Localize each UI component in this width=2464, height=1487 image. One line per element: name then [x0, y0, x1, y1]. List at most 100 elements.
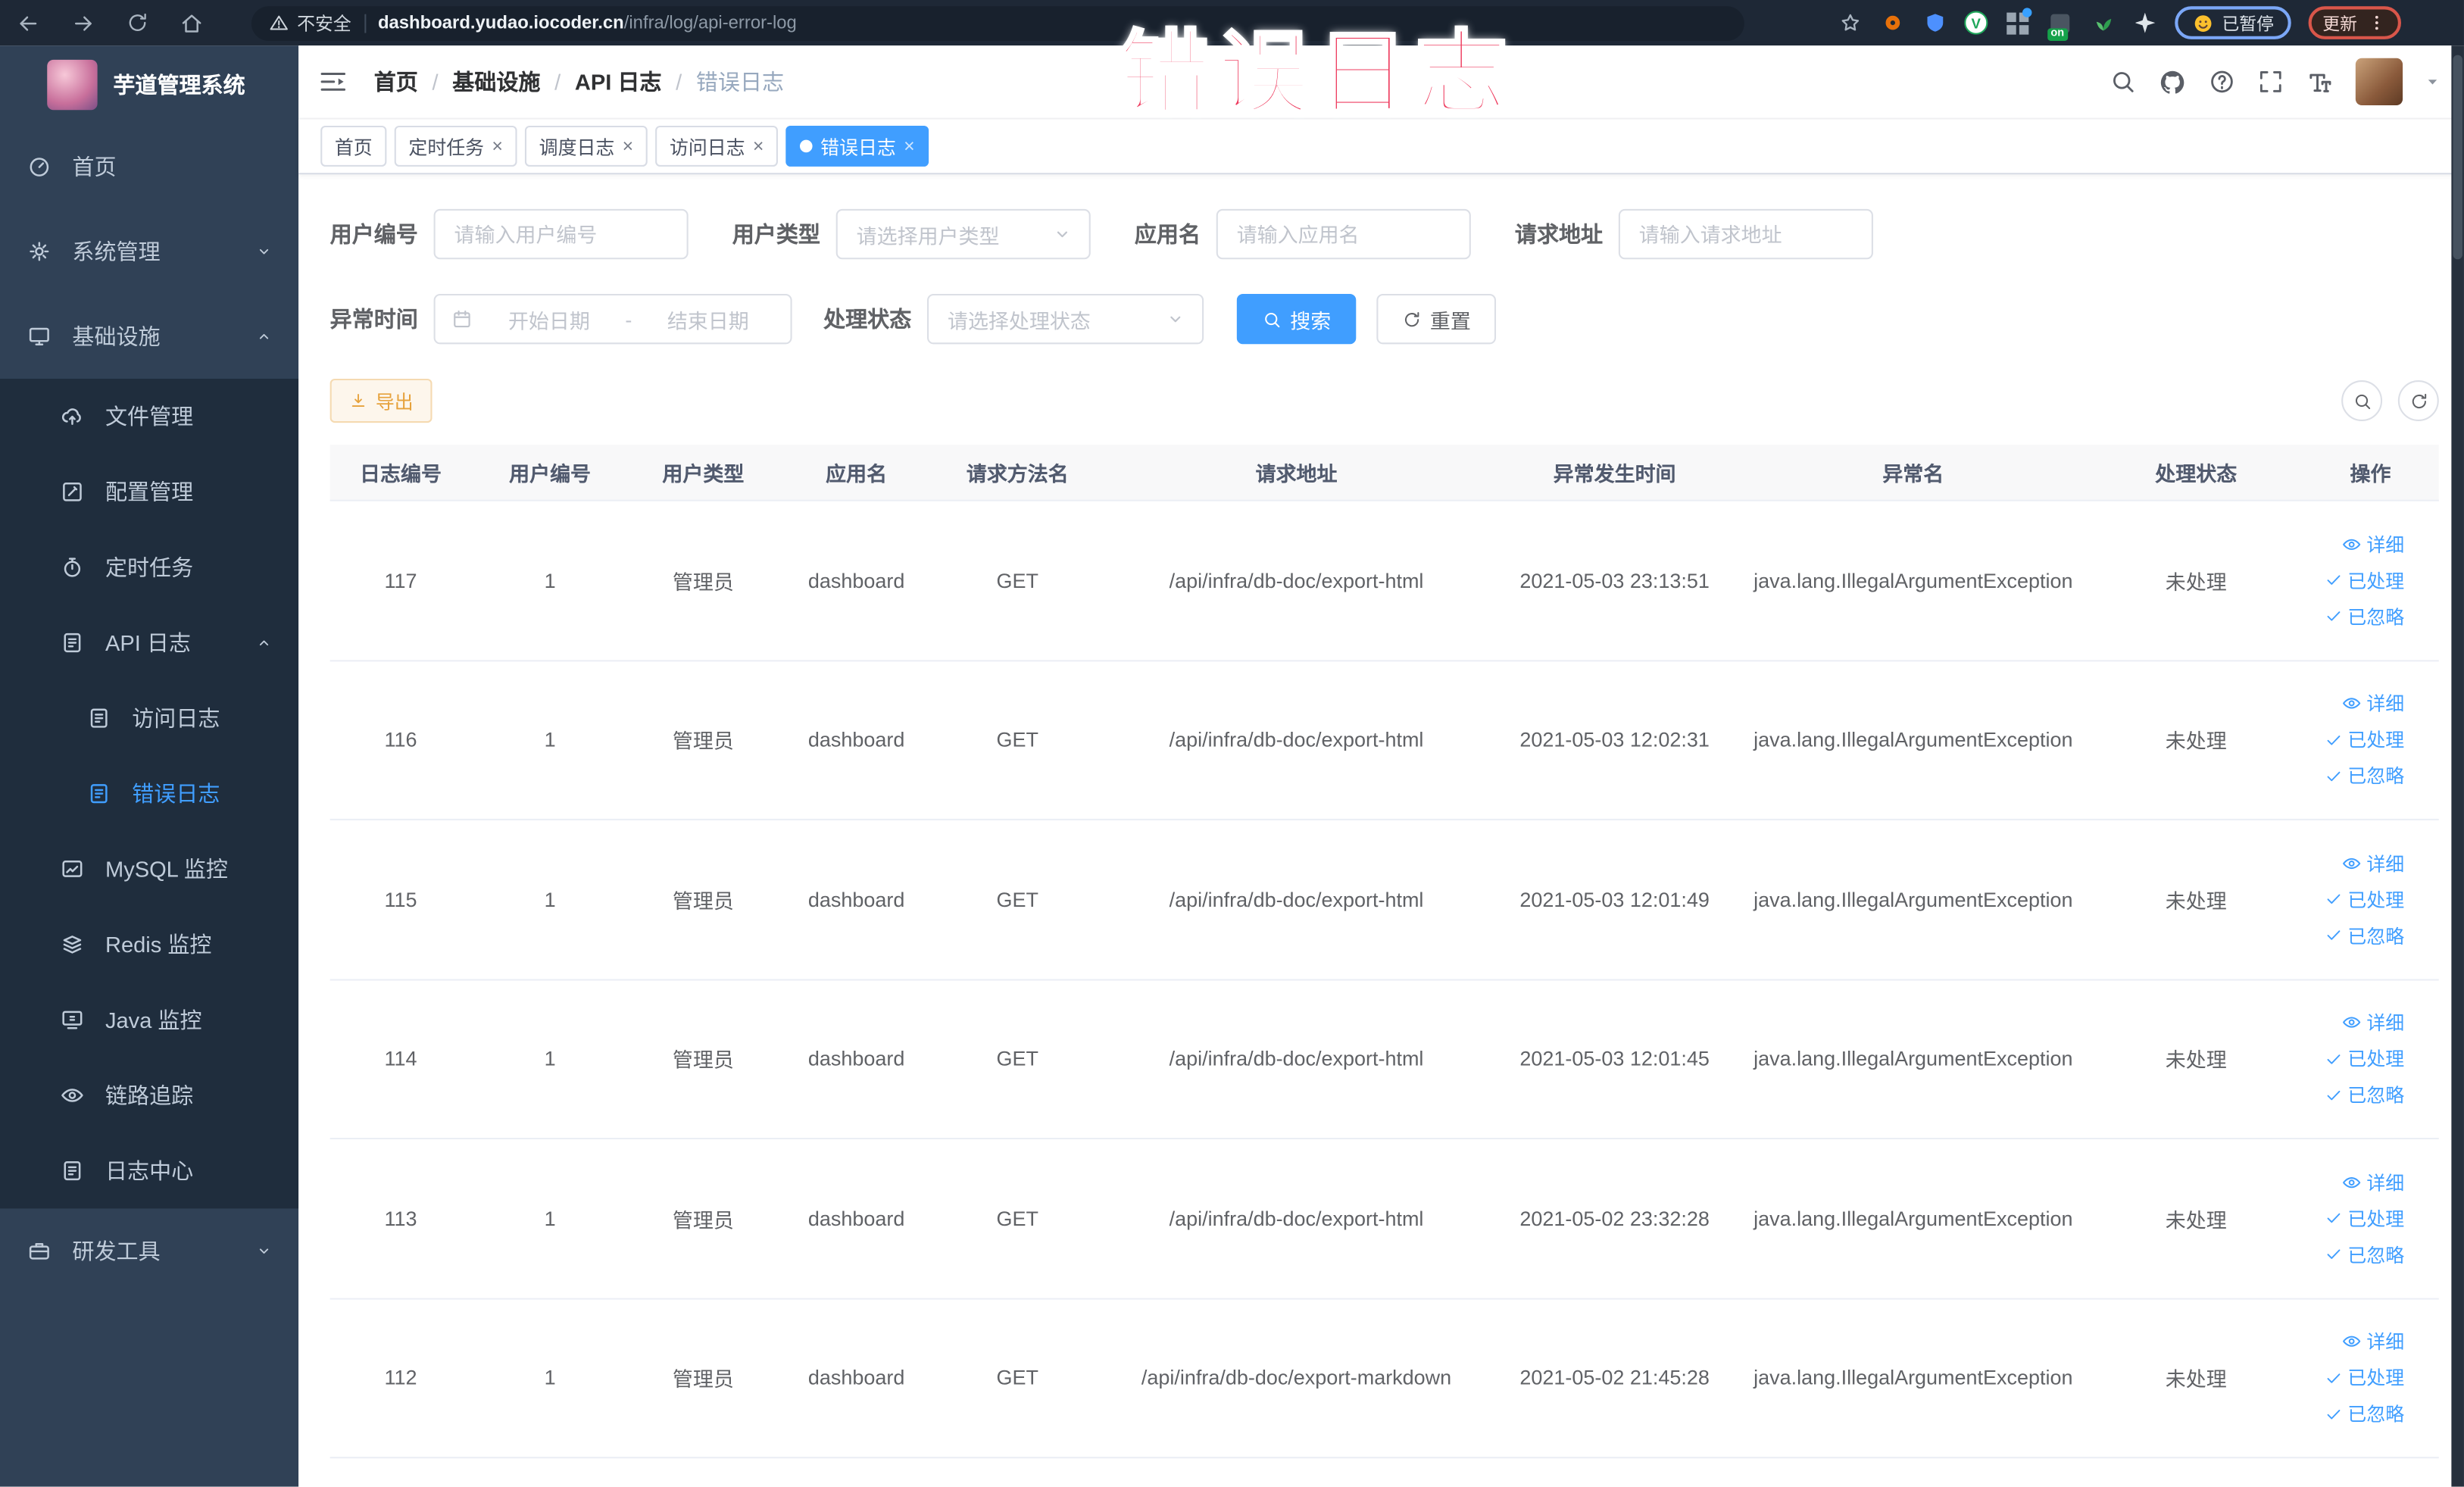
start-date-placeholder: 开始日期 — [507, 308, 590, 333]
chevron-down-icon — [255, 1242, 273, 1261]
breadcrumb-item[interactable]: 首页 — [374, 66, 418, 97]
ignored-link[interactable]: 已忽略 — [2324, 1401, 2404, 1427]
processed-link[interactable]: 已处理 — [2324, 886, 2404, 913]
user-id-input[interactable] — [433, 208, 689, 260]
home-icon[interactable] — [180, 10, 205, 35]
search-icon[interactable] — [2109, 67, 2137, 95]
forward-icon[interactable] — [70, 10, 95, 35]
detail-link[interactable]: 详细 — [2341, 850, 2404, 876]
error-log-table: 日志编号 用户编号 用户类型 应用名 请求方法名 请求地址 异常发生时间 异常名 处理状态 操作 1… — [329, 445, 2439, 1459]
bookmark-star-icon[interactable] — [1838, 11, 1862, 35]
check-icon — [2324, 607, 2343, 626]
sidebar-item-system[interactable]: 系统管理 — [0, 209, 298, 294]
refresh-table-button[interactable] — [2397, 380, 2439, 421]
close-tab-icon[interactable]: × — [904, 136, 915, 155]
sidebar-item-trace[interactable]: 链路追踪 — [0, 1057, 298, 1133]
cell-user_id: 1 — [544, 1047, 556, 1071]
ignored-link[interactable]: 已忽略 — [2324, 763, 2404, 789]
search-icon — [2352, 391, 2372, 411]
toggle-search-button[interactable] — [2341, 380, 2383, 421]
ignored-link[interactable]: 已忽略 — [2324, 1082, 2404, 1108]
processed-link[interactable]: 已处理 — [2324, 1205, 2404, 1232]
chevron-down-icon[interactable] — [2423, 72, 2442, 91]
export-button[interactable]: 导出 — [329, 378, 433, 423]
tab-tag[interactable]: 访问日志 × — [655, 125, 779, 167]
sidebar-item-home[interactable]: 首页 — [0, 124, 298, 209]
fullscreen-icon[interactable] — [2256, 67, 2284, 95]
breadcrumb-item[interactable]: API 日志 — [575, 66, 662, 97]
ignored-link[interactable]: 已忽略 — [2324, 1241, 2404, 1267]
close-tab-icon[interactable]: × — [753, 136, 764, 155]
scrollbar-thumb[interactable] — [2453, 55, 2462, 260]
sidebar-item-devtools[interactable]: 研发工具 — [0, 1208, 298, 1293]
browser-menu-icon[interactable] — [2366, 13, 2387, 33]
cell-status: 未处理 — [2165, 729, 2227, 754]
smiley-avatar-icon — [2192, 12, 2214, 34]
check-icon — [2324, 767, 2343, 786]
detail-link[interactable]: 详细 — [2341, 1329, 2404, 1355]
browser-update-button[interactable]: 更新 — [2308, 6, 2401, 39]
security-label[interactable]: 不安全 — [297, 10, 351, 35]
sidebar-item-infra[interactable]: 基础设施 — [0, 294, 298, 379]
on-badge-extension-icon[interactable]: on — [2047, 10, 2072, 40]
reset-button[interactable]: 重置 — [1376, 293, 1497, 345]
reload-icon[interactable] — [126, 11, 149, 35]
app-name-input[interactable] — [1216, 208, 1471, 260]
orange-ring-extension-icon[interactable] — [1879, 10, 1904, 35]
processed-link[interactable]: 已处理 — [2324, 567, 2404, 593]
process-status-select[interactable]: 请选择处理状态 — [927, 293, 1204, 345]
processed-link[interactable]: 已处理 — [2324, 1364, 2404, 1391]
request-url-input[interactable] — [1618, 208, 1873, 260]
sidebar-item-config[interactable]: 配置管理 — [0, 455, 298, 530]
detail-link[interactable]: 详细 — [2341, 531, 2404, 558]
exception-time-range-input[interactable]: 开始日期 - 结束日期 — [433, 293, 792, 345]
tab-tag[interactable]: 首页 — [320, 125, 387, 167]
processed-link[interactable]: 已处理 — [2324, 726, 2404, 753]
cell-user_type: 管理员 — [672, 1207, 734, 1232]
sidebar-item-redis[interactable]: Redis 监控 — [0, 907, 298, 982]
profile-paused-badge[interactable]: 已暂停 — [2175, 6, 2291, 39]
github-icon[interactable] — [2157, 67, 2187, 96]
sidebar-item-java[interactable]: Java 监控 — [0, 982, 298, 1058]
request-url-label: 请求地址 — [1514, 221, 1604, 247]
app-logo[interactable]: 芋道管理系统 — [0, 45, 298, 124]
sprout-extension-icon[interactable] — [2090, 10, 2115, 35]
tab-tag[interactable]: 错误日志 × — [785, 125, 929, 167]
sidebar-item-job[interactable]: 定时任务 — [0, 530, 298, 605]
tab-tag[interactable]: 定时任务 × — [394, 125, 517, 167]
sidebar-item-error-log[interactable]: 错误日志 — [0, 756, 298, 832]
blue-shield-extension-icon[interactable] — [1922, 10, 1947, 35]
pinwheel-extension-icon[interactable] — [2132, 10, 2157, 35]
cell-exception: java.lang.IllegalArgumentException — [1754, 887, 2073, 911]
back-icon[interactable] — [16, 10, 41, 35]
sidebar-item-log-center[interactable]: 日志中心 — [0, 1133, 298, 1209]
sidebar-item-api-log[interactable]: API 日志 — [0, 605, 298, 681]
detail-link[interactable]: 详细 — [2341, 1009, 2404, 1036]
close-tab-icon[interactable]: × — [492, 136, 503, 155]
cell-app: dashboard — [807, 568, 905, 592]
help-icon[interactable] — [2208, 67, 2236, 95]
avatar[interactable] — [2355, 58, 2403, 105]
font-size-icon[interactable] — [2305, 67, 2334, 96]
user-type-select[interactable]: 请选择用户类型 — [835, 208, 1091, 260]
tab-tag[interactable]: 调度日志 × — [525, 125, 648, 167]
sidebar-item-file[interactable]: 文件管理 — [0, 379, 298, 455]
close-tab-icon[interactable]: × — [623, 136, 634, 155]
tag-label: 首页 — [334, 136, 373, 158]
browser-scrollbar[interactable] — [2451, 45, 2464, 1487]
grid-extension-icon[interactable] — [2005, 7, 2032, 35]
search-button[interactable]: 搜索 — [1236, 293, 1357, 345]
green-v-extension-icon[interactable]: V — [1964, 11, 1988, 35]
ignored-link[interactable]: 已忽略 — [2324, 922, 2404, 948]
address-bar[interactable]: 不安全 dashboard.yudao.iocoder.cn/infra/log… — [251, 5, 1744, 40]
sidebar-item-mysql[interactable]: MySQL 监控 — [0, 831, 298, 907]
breadcrumb-item[interactable]: 基础设施 — [452, 66, 540, 97]
hamburger-icon[interactable] — [317, 66, 348, 97]
detail-link[interactable]: 详细 — [2341, 690, 2404, 717]
check-icon — [2324, 1368, 2343, 1387]
sidebar-item-access-log[interactable]: 访问日志 — [0, 680, 298, 756]
processed-link[interactable]: 已处理 — [2324, 1045, 2404, 1072]
ignored-link[interactable]: 已忽略 — [2324, 603, 2404, 629]
detail-link[interactable]: 详细 — [2341, 1169, 2404, 1195]
search-icon — [1262, 309, 1282, 330]
